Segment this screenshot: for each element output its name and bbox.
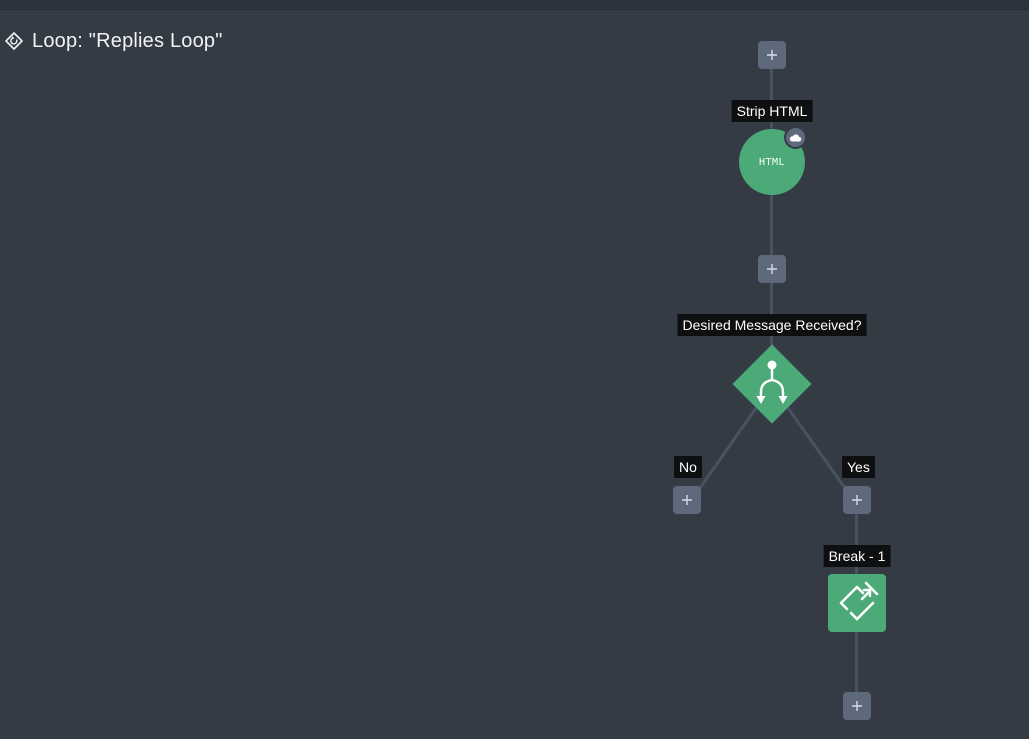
add-step-button[interactable] <box>758 41 786 69</box>
plus-icon <box>852 495 862 505</box>
node-label-break: Break - 1 <box>823 545 891 567</box>
plus-icon <box>767 50 777 60</box>
loop-break-icon <box>839 581 879 621</box>
cloud-icon <box>784 126 807 149</box>
add-step-button[interactable] <box>843 692 871 720</box>
html-icon: HTML <box>758 156 786 168</box>
add-step-button-yes-branch[interactable] <box>843 486 871 514</box>
node-label-strip-html: Strip HTML <box>731 100 813 122</box>
workflow-canvas: Strip HTML HTML Desired Message Received… <box>0 0 1029 739</box>
plus-icon <box>682 495 692 505</box>
plus-icon <box>852 701 862 711</box>
add-step-button-no-branch[interactable] <box>673 486 701 514</box>
plus-icon <box>767 264 777 274</box>
node-label-condition: Desired Message Received? <box>677 314 867 336</box>
break-node[interactable] <box>828 574 886 632</box>
branch-label-yes: Yes <box>842 456 875 478</box>
branch-label-no: No <box>674 456 702 478</box>
add-step-button[interactable] <box>758 255 786 283</box>
